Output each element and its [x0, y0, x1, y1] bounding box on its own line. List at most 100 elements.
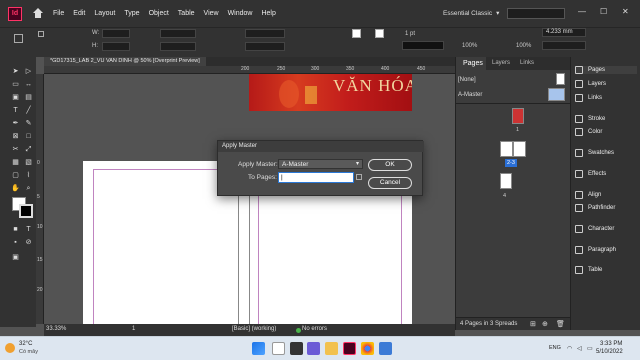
- menu-table[interactable]: Table: [178, 10, 195, 17]
- free-transform-tool-icon[interactable]: ⤢: [24, 145, 33, 154]
- direct-selection-tool-icon[interactable]: ▷: [24, 67, 33, 76]
- ok-button[interactable]: OK: [368, 159, 412, 171]
- pen-tool-icon[interactable]: ✒: [11, 119, 20, 128]
- dock-links[interactable]: Links: [575, 94, 602, 102]
- rectangle-frame-tool-icon[interactable]: ⊠: [11, 132, 20, 141]
- dock-table[interactable]: Table: [575, 266, 602, 274]
- dock-pages[interactable]: Pages: [575, 66, 637, 74]
- tab-links[interactable]: Links: [520, 60, 534, 66]
- eyedropper-tool-icon[interactable]: ⌇: [24, 171, 33, 180]
- volume-icon[interactable]: ◁: [577, 345, 582, 352]
- trash-icon[interactable]: 🗑: [556, 320, 565, 328]
- zoom-tool-icon[interactable]: ⌕: [24, 184, 33, 193]
- fill-swatch-icon[interactable]: [352, 29, 361, 38]
- scale-x-field[interactable]: [160, 29, 196, 38]
- document-tab[interactable]: *GD17315_LAB 2_VU VAN DINH @ 50% [Overpr…: [44, 57, 206, 66]
- page-thumbnail[interactable]: [500, 173, 512, 189]
- height-field[interactable]: [102, 42, 130, 51]
- scissors-tool-icon[interactable]: ✂: [11, 145, 20, 154]
- menu-edit[interactable]: Edit: [73, 10, 85, 17]
- page-size-icon[interactable]: ⊞: [530, 320, 536, 328]
- scale-y-field[interactable]: [160, 42, 196, 51]
- secondary-value-field[interactable]: [542, 41, 586, 50]
- hand-tool-icon[interactable]: ✋: [11, 184, 20, 193]
- screen-mode-icon[interactable]: ▣: [11, 253, 20, 262]
- menu-view[interactable]: View: [204, 10, 219, 17]
- battery-icon[interactable]: ▭: [587, 345, 593, 352]
- a-master-item[interactable]: A-Master: [458, 92, 482, 98]
- rectangle-tool-icon[interactable]: □: [24, 132, 33, 141]
- new-page-icon[interactable]: ⊕: [542, 320, 548, 328]
- dock-character[interactable]: Character: [575, 225, 614, 233]
- note-tool-icon[interactable]: ▢: [11, 171, 20, 180]
- clock-time[interactable]: 3:33 PM: [600, 341, 622, 347]
- workspace-switcher[interactable]: Essential Classic ▾: [443, 9, 499, 17]
- page-thumbnail[interactable]: [512, 108, 524, 124]
- close-icon[interactable]: ✕: [622, 7, 629, 16]
- file-explorer-icon[interactable]: [325, 342, 338, 355]
- search-icon[interactable]: [272, 342, 285, 355]
- rotate-field[interactable]: [245, 29, 285, 38]
- reference-icon[interactable]: [38, 31, 44, 37]
- reference-point-icon[interactable]: [14, 34, 23, 43]
- apply-master-select[interactable]: A-Master ▾: [278, 159, 363, 169]
- formatting-text-icon[interactable]: T: [24, 225, 33, 234]
- dock-paragraph[interactable]: Paragraph: [575, 246, 616, 254]
- content-collector-icon[interactable]: ▣: [11, 93, 20, 102]
- weather-desc[interactable]: Có mây: [19, 349, 38, 355]
- menu-type[interactable]: Type: [124, 10, 139, 17]
- minimize-icon[interactable]: —: [578, 7, 586, 16]
- master-thumbnail[interactable]: [548, 88, 565, 101]
- gradient-feather-tool-icon[interactable]: ▧: [24, 158, 33, 167]
- menu-help[interactable]: Help: [261, 10, 275, 17]
- width-field[interactable]: [102, 29, 130, 38]
- teams-icon[interactable]: [307, 342, 320, 355]
- opacity-value[interactable]: 100%: [462, 43, 477, 49]
- weather-temp[interactable]: 32°C: [19, 341, 32, 347]
- line-tool-icon[interactable]: ╱: [24, 106, 33, 115]
- page-thumbnail[interactable]: [500, 141, 513, 157]
- dock-stroke[interactable]: Stroke: [575, 115, 605, 123]
- page-tool-icon[interactable]: ▭: [11, 80, 20, 89]
- dock-swatches[interactable]: Swatches: [575, 149, 614, 157]
- weather-icon[interactable]: [5, 343, 15, 353]
- gap-tool-icon[interactable]: ↔: [24, 80, 33, 89]
- cancel-button[interactable]: Cancel: [368, 177, 412, 189]
- dock-layers[interactable]: Layers: [575, 80, 606, 88]
- tab-pages[interactable]: Pages: [456, 57, 486, 70]
- dock-effects[interactable]: Effects: [575, 170, 606, 178]
- home-icon[interactable]: [32, 7, 44, 20]
- chrome-icon[interactable]: [361, 342, 374, 355]
- page-thumbnail[interactable]: [513, 141, 526, 157]
- menu-window[interactable]: Window: [228, 10, 253, 17]
- content-placer-icon[interactable]: ▤: [24, 93, 33, 102]
- none-master-item[interactable]: [None]: [458, 77, 476, 83]
- page-picker-icon[interactable]: [356, 174, 362, 180]
- start-icon[interactable]: [252, 342, 265, 355]
- reference-value-field[interactable]: 4.233 mm: [542, 28, 586, 37]
- tab-layers[interactable]: Layers: [492, 60, 510, 66]
- dock-color[interactable]: Color: [575, 128, 602, 136]
- menu-object[interactable]: Object: [149, 10, 169, 17]
- scale-percent-value[interactable]: 100%: [516, 43, 531, 49]
- dock-pathfinder[interactable]: Pathfinder: [575, 204, 615, 212]
- app-icon[interactable]: [379, 342, 392, 355]
- selection-tool-icon[interactable]: ➤: [11, 67, 20, 76]
- menu-layout[interactable]: Layout: [94, 10, 115, 17]
- preflight-profile[interactable]: [Basic] (working): [232, 326, 276, 332]
- stroke-color-icon[interactable]: [19, 204, 33, 218]
- wifi-icon[interactable]: ◠: [567, 345, 572, 352]
- stroke-type-select[interactable]: [402, 41, 444, 50]
- stroke-swatch-icon[interactable]: [375, 29, 384, 38]
- preflight-errors[interactable]: No errors: [302, 326, 327, 332]
- page-number[interactable]: 1: [132, 326, 135, 332]
- type-tool-icon[interactable]: T: [11, 106, 20, 115]
- zoom-level[interactable]: 33.33%: [46, 326, 66, 332]
- indesign-taskbar-icon[interactable]: [343, 342, 356, 355]
- canvas[interactable]: VĂN HÓA: [44, 74, 455, 324]
- apply-color-icon[interactable]: ■: [11, 225, 20, 234]
- maximize-icon[interactable]: ☐: [600, 7, 607, 16]
- apply-gradient-icon[interactable]: ▪: [11, 238, 20, 247]
- menu-file[interactable]: File: [53, 10, 64, 17]
- stroke-weight-value[interactable]: 1 pt: [405, 31, 415, 37]
